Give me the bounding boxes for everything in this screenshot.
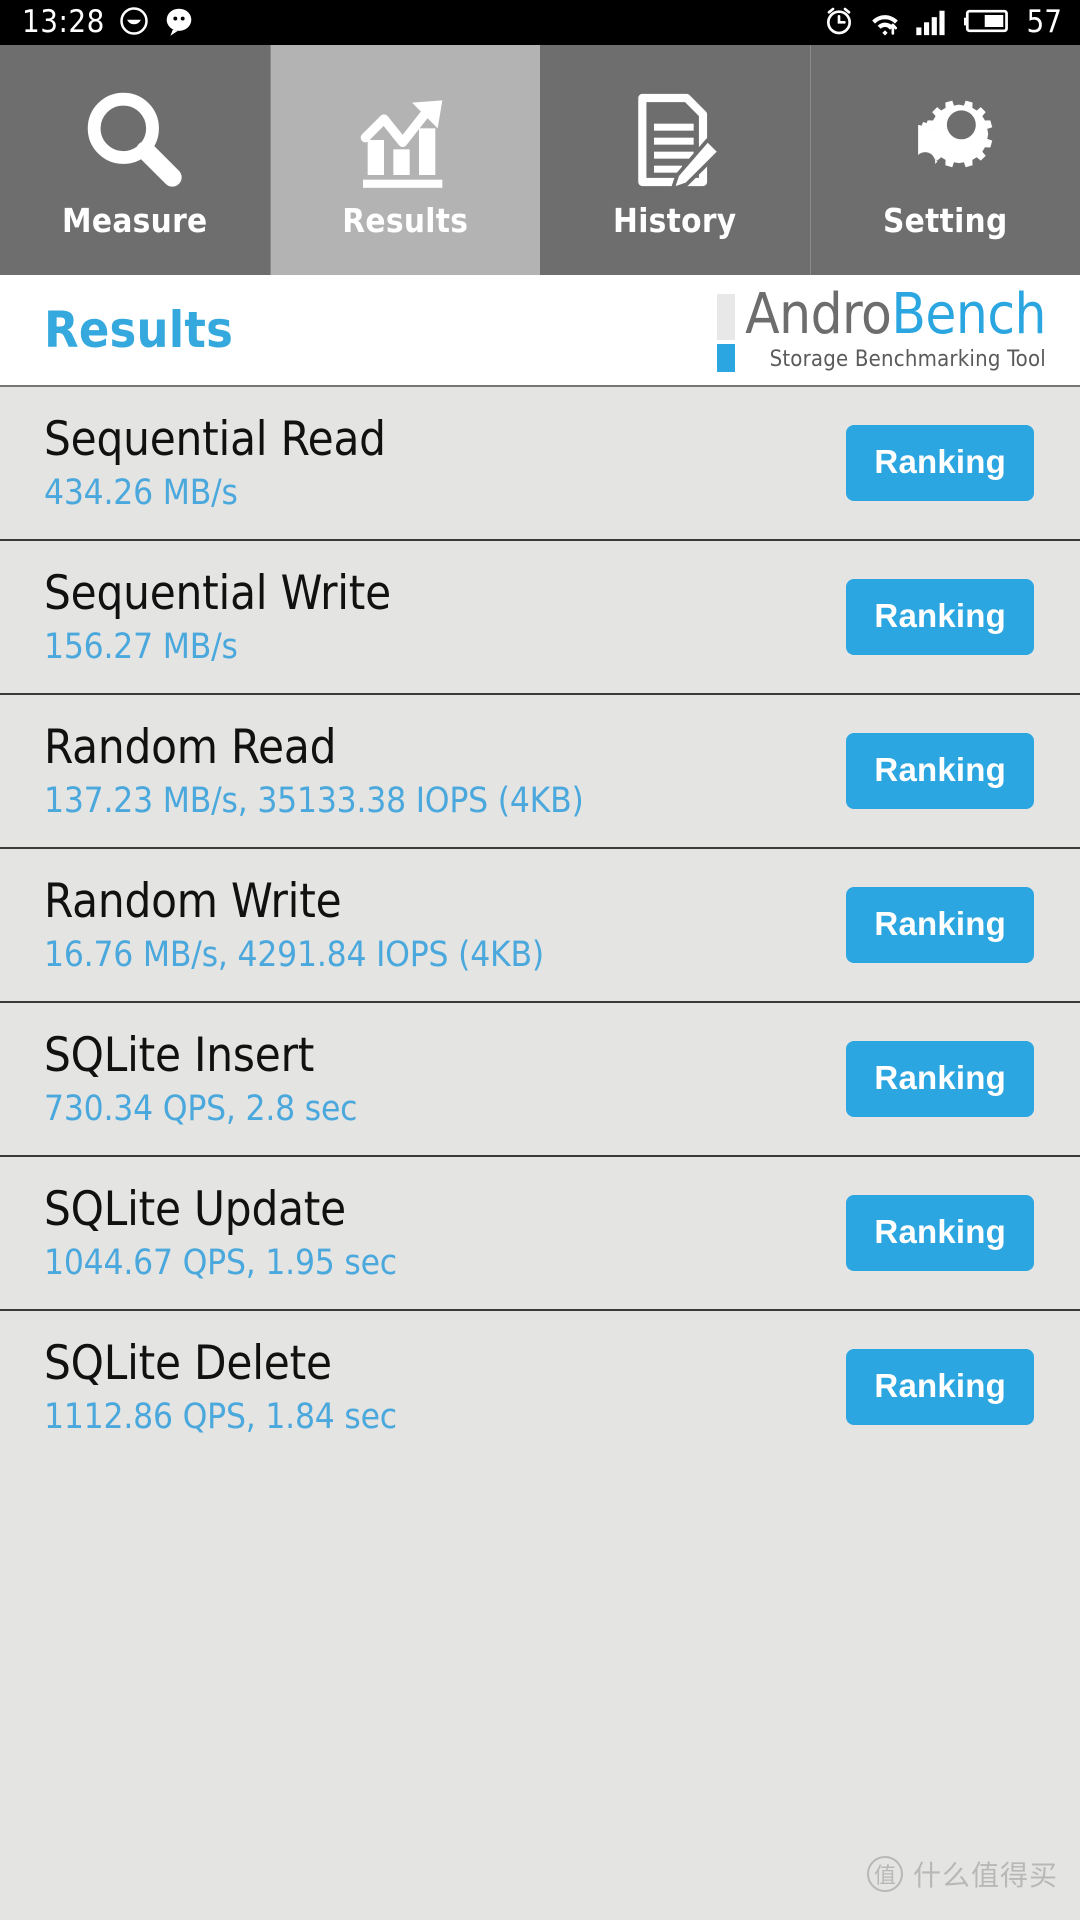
tab-history[interactable]: History — [540, 45, 811, 275]
logo-wordmark: AndroBench — [745, 286, 1046, 342]
battery-percent: 57 — [1026, 4, 1062, 40]
bar-chart-icon — [349, 85, 461, 195]
ranking-button[interactable]: Ranking — [846, 887, 1034, 963]
result-text: SQLite Delete 1112.86 QPS, 1.84 sec — [44, 1335, 397, 1437]
logo-bar-grey — [717, 293, 736, 340]
result-text: Random Write 16.76 MB/s, 4291.84 IOPS (4… — [44, 873, 544, 975]
table-row[interactable]: Random Write 16.76 MB/s, 4291.84 IOPS (4… — [0, 847, 1080, 1001]
result-value: 730.34 QPS, 2.8 sec — [44, 1088, 358, 1129]
result-title: SQLite Insert — [44, 1027, 315, 1083]
results-list: Sequential Read 434.26 MB/s Ranking Sequ… — [0, 385, 1080, 1463]
result-value: 137.23 MB/s, 35133.38 IOPS (4KB) — [44, 780, 584, 821]
watermark-text: 什么值得买 — [912, 1859, 1058, 1892]
ranking-button[interactable]: Ranking — [846, 1195, 1034, 1271]
result-text: Sequential Write 156.27 MB/s — [44, 565, 391, 667]
tab-measure[interactable]: Measure — [0, 45, 271, 275]
tab-label: Measure — [62, 201, 208, 240]
ranking-button[interactable]: Ranking — [846, 579, 1034, 655]
watermark-badge-icon: 值 — [866, 1856, 903, 1892]
page-title: Results — [44, 301, 234, 359]
result-value: 434.26 MB/s — [44, 472, 238, 513]
logo-accent-bars — [717, 293, 736, 372]
table-row[interactable]: SQLite Insert 730.34 QPS, 2.8 sec Rankin… — [0, 1001, 1080, 1155]
androbench-logo: AndroBench Storage Benchmarking Tool — [717, 286, 1046, 373]
face-icon — [119, 6, 149, 40]
watermark: 值 什么值得买 — [866, 1854, 1058, 1894]
logo-text: AndroBench Storage Benchmarking Tool — [745, 286, 1046, 373]
ranking-button[interactable]: Ranking — [846, 1349, 1034, 1425]
logo-tagline: Storage Benchmarking Tool — [769, 347, 1046, 373]
magnifier-icon — [79, 85, 191, 195]
result-text: Random Read 137.23 MB/s, 35133.38 IOPS (… — [44, 719, 584, 821]
tab-label: History — [613, 201, 737, 240]
tab-label: Setting — [882, 201, 1008, 240]
result-title: Random Read — [44, 719, 337, 775]
result-text: Sequential Read 434.26 MB/s — [44, 411, 386, 513]
table-row[interactable]: SQLite Update 1044.67 QPS, 1.95 sec Rank… — [0, 1155, 1080, 1309]
tab-bar: Measure Results History Setting — [0, 45, 1080, 275]
ranking-button[interactable]: Ranking — [846, 1041, 1034, 1117]
table-row[interactable]: Sequential Write 156.27 MB/s Ranking — [0, 539, 1080, 693]
page-header: Results AndroBench Storage Benchmarking … — [0, 275, 1080, 385]
table-row[interactable]: Random Read 137.23 MB/s, 35133.38 IOPS (… — [0, 693, 1080, 847]
signal-bars-icon — [915, 5, 951, 41]
result-text: SQLite Insert 730.34 QPS, 2.8 sec — [44, 1027, 358, 1129]
gears-icon — [889, 85, 1001, 195]
status-time: 13:28 — [22, 4, 105, 40]
chat-bubble-icon — [163, 6, 195, 40]
battery-icon — [963, 7, 1012, 39]
wifi-icon — [868, 5, 902, 41]
document-pencil-icon — [619, 85, 731, 195]
table-row[interactable]: Sequential Read 434.26 MB/s Ranking — [0, 385, 1080, 539]
result-value: 156.27 MB/s — [44, 626, 238, 667]
logo-bar-blue — [717, 343, 736, 372]
result-title: Sequential Read — [44, 411, 386, 467]
status-bar-left: 13:28 — [22, 6, 195, 40]
result-value: 16.76 MB/s, 4291.84 IOPS (4KB) — [44, 934, 544, 975]
tab-results[interactable]: Results — [270, 45, 540, 275]
result-title: Random Write — [44, 873, 342, 929]
result-text: SQLite Update 1044.67 QPS, 1.95 sec — [44, 1181, 397, 1283]
table-row[interactable]: SQLite Delete 1112.86 QPS, 1.84 sec Rank… — [0, 1309, 1080, 1463]
tab-label: Results — [342, 201, 469, 240]
result-value: 1112.86 QPS, 1.84 sec — [44, 1396, 397, 1437]
ranking-button[interactable]: Ranking — [846, 425, 1034, 501]
status-bar: 13:28 57 — [0, 0, 1080, 45]
result-title: Sequential Write — [44, 565, 391, 621]
result-value: 1044.67 QPS, 1.95 sec — [44, 1242, 397, 1283]
status-bar-right: 57 — [823, 5, 1062, 41]
result-title: SQLite Delete — [44, 1335, 332, 1391]
alarm-icon — [823, 5, 855, 41]
tab-setting[interactable]: Setting — [810, 45, 1080, 275]
logo-word-andro: Andro — [745, 281, 892, 347]
logo-word-bench: Bench — [891, 281, 1046, 347]
result-title: SQLite Update — [44, 1181, 347, 1237]
ranking-button[interactable]: Ranking — [846, 733, 1034, 809]
